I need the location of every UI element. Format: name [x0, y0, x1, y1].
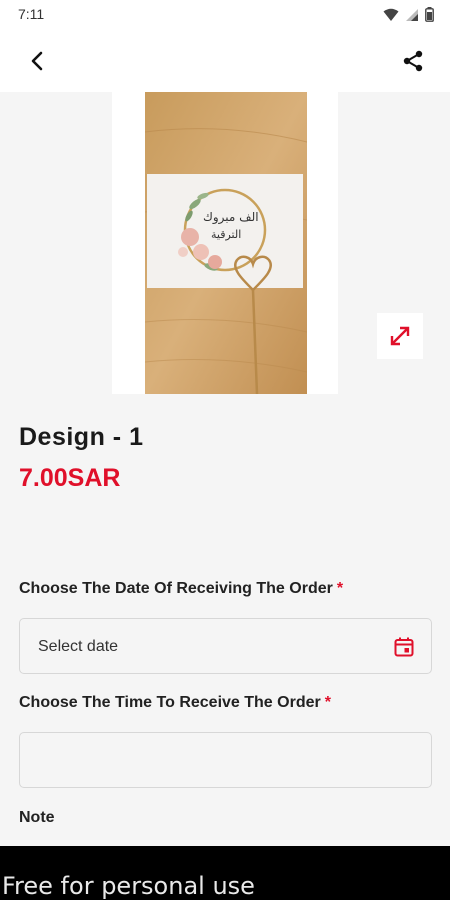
- signal-icon: [406, 8, 418, 21]
- date-placeholder: Select date: [38, 638, 119, 655]
- time-picker-field[interactable]: [19, 732, 432, 788]
- photo-text-line1: الف مبروك: [203, 210, 259, 224]
- expand-icon: [390, 326, 410, 346]
- arrow-back-icon: [31, 51, 43, 71]
- required-marker: *: [336, 580, 344, 597]
- wifi-icon: [383, 8, 399, 21]
- status-time: 7:11: [18, 6, 45, 22]
- battery-icon: [425, 7, 434, 22]
- product-title: Design - 1: [19, 423, 144, 451]
- time-label-text: Choose The Time To Receive The Order: [19, 694, 321, 711]
- expand-image-button[interactable]: [377, 313, 423, 359]
- app-bar: [0, 30, 450, 92]
- share-button[interactable]: [398, 46, 428, 76]
- product-photo: الف مبروك الترقية: [145, 92, 307, 394]
- watermark-text: Free for personal use: [2, 872, 255, 900]
- calendar-icon[interactable]: [393, 636, 415, 658]
- date-label-text: Choose The Date Of Receiving The Order: [19, 580, 333, 597]
- note-label: Note: [19, 809, 55, 826]
- date-picker-field[interactable]: Select date: [19, 618, 432, 674]
- share-icon: [403, 50, 423, 72]
- product-price: 7.00SAR: [19, 464, 121, 492]
- back-button[interactable]: [22, 46, 52, 76]
- product-image-container[interactable]: الف مبروك الترقية: [112, 92, 338, 394]
- watermark-banner: Free for personal use: [0, 846, 450, 900]
- status-bar: 7:11: [0, 0, 450, 30]
- required-marker: *: [324, 694, 331, 711]
- status-icons: [383, 7, 434, 22]
- photo-text-line2: الترقية: [211, 228, 242, 241]
- time-field-label: Choose The Time To Receive The Order *: [19, 694, 331, 712]
- date-field-label: Choose The Date Of Receiving The Order *: [19, 580, 343, 598]
